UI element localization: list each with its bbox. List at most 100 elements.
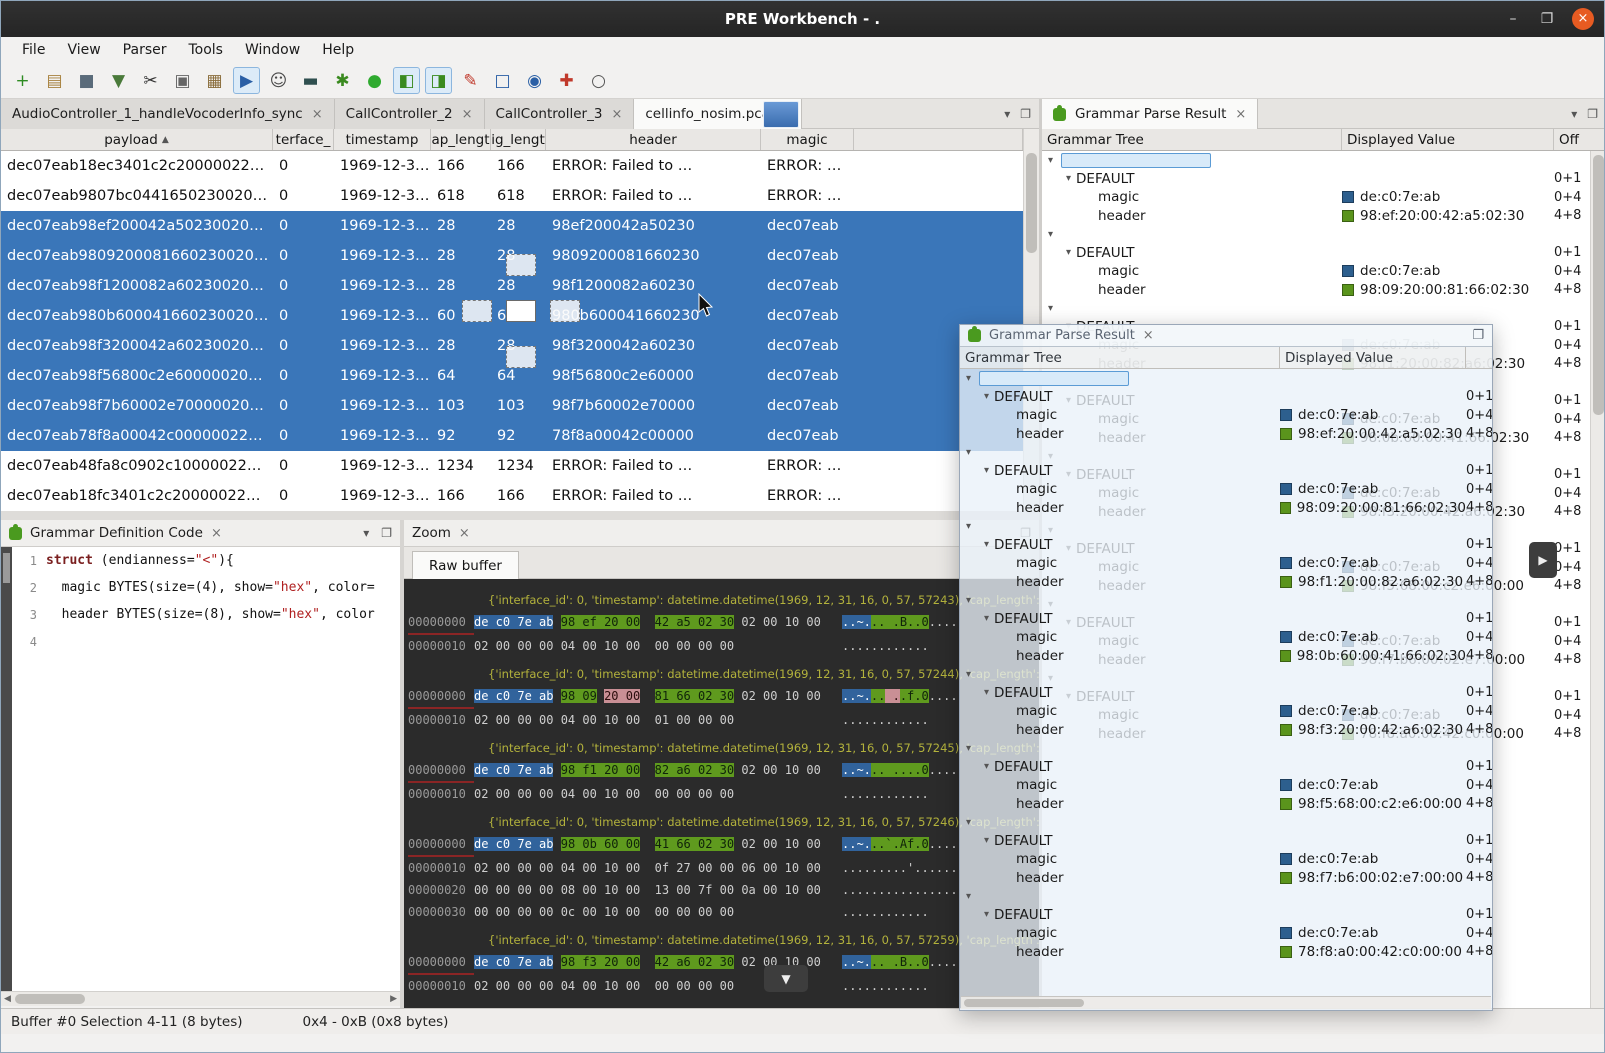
menu-item-help[interactable]: Help: [311, 37, 365, 63]
table-row[interactable]: dec07eab48fa8c0902c10000022…01969-12-3…1…: [1, 451, 1023, 481]
table-row[interactable]: dec07eab18ec3401c2c20000022…01969-12-3…1…: [1, 151, 1023, 181]
parse-run-icon[interactable]: ▶: [233, 67, 260, 94]
tree-packet-row[interactable]: ▾: [960, 887, 1492, 906]
menu-item-view[interactable]: View: [56, 37, 111, 63]
tab-grammar-parse-result[interactable]: Grammar Parse Result ×: [1042, 99, 1258, 129]
tree-node-row[interactable]: ▾DEFAULT0+1: [960, 684, 1492, 703]
hex-row[interactable]: 0000001002 00 00 00 04 00 10 00 00 00 00…: [408, 975, 1039, 997]
pen-icon[interactable]: ✎: [457, 67, 484, 94]
pin-icon[interactable]: ✚: [553, 67, 580, 94]
expand-caret-icon[interactable]: ▾: [1048, 303, 1053, 314]
menu-item-file[interactable]: File: [11, 37, 56, 63]
tree-leaf-row[interactable]: magicde:c0:7e:ab0+4: [960, 628, 1492, 647]
code-panel-close-icon[interactable]: ×: [211, 526, 222, 541]
column-grammar-tree[interactable]: Grammar Tree: [1042, 129, 1342, 150]
expand-caret-icon[interactable]: ▾: [984, 613, 989, 624]
tree-leaf-row[interactable]: magicde:c0:7e:ab0+4: [960, 702, 1492, 721]
import-icon[interactable]: ▼: [105, 67, 132, 94]
tree-leaf-row[interactable]: header98:f3:20:00:42:a6:02:304+8: [960, 721, 1492, 740]
inspect-icon[interactable]: ◉: [521, 67, 548, 94]
selected-node-box[interactable]: [979, 371, 1129, 386]
column-header-terface_[interactable]: terface_: [273, 129, 334, 150]
tree-leaf-row[interactable]: header78:f8:a0:00:42:c0:00:004+8: [960, 943, 1492, 962]
tab-raw-buffer[interactable]: Raw buffer: [412, 551, 519, 579]
expand-caret-icon[interactable]: ▾: [984, 391, 989, 402]
floating-window-close-icon[interactable]: ×: [1143, 328, 1154, 343]
tree-leaf-row[interactable]: header98:f7:b6:00:02:e7:00:004+8: [960, 869, 1492, 888]
table-row[interactable]: dec07eab98ef200042a50230020…01969-12-3…2…: [1, 211, 1023, 241]
frame-icon[interactable]: □: [489, 67, 516, 94]
save-icon[interactable]: ■: [73, 67, 100, 94]
tree-leaf-row[interactable]: magicde:c0:7e:ab0+4: [960, 924, 1492, 943]
hex-row[interactable]: 00000000de c0 7e ab 98 f1 20 00 82 a6 02…: [408, 759, 1039, 783]
floating-scrollbar-thumb[interactable]: [964, 999, 1084, 1007]
column-header-ap_lengt[interactable]: ap_lengt: [431, 129, 491, 150]
floating-parse-result-window[interactable]: Grammar Parse Result × ❐ Grammar Tree Di…: [959, 324, 1493, 1011]
expand-caret-icon[interactable]: ▾: [1066, 173, 1071, 184]
column-header-timestamp[interactable]: timestamp: [334, 129, 431, 150]
puzzle-right-icon[interactable]: ◨: [425, 67, 452, 94]
run-dot-icon[interactable]: ●: [361, 67, 388, 94]
new-file-icon[interactable]: +: [9, 67, 36, 94]
tree-node-row[interactable]: ▾DEFAULT0+1: [960, 758, 1492, 777]
column-header-header[interactable]: header: [546, 129, 761, 150]
hex-scroll-down-button[interactable]: ▼: [764, 965, 808, 992]
dock-next-button[interactable]: ▶: [1529, 542, 1557, 578]
tree-leaf-row[interactable]: header98:09:20:00:81:66:02:304+8: [1042, 281, 1605, 300]
tree-packet-row[interactable]: ▾: [1042, 225, 1605, 244]
code-panel-float-icon[interactable]: ❐: [381, 526, 392, 540]
dock-overflow-icon[interactable]: ▾: [1571, 107, 1577, 121]
tree-packet-row[interactable]: ▾: [960, 369, 1492, 388]
hex-row[interactable]: 00000000de c0 7e ab 98 f3 20 00 42 a6 02…: [408, 951, 1039, 975]
hex-view[interactable]: {'interface_id': 0, 'timestamp': datetim…: [404, 579, 1039, 1008]
horizontal-splitter[interactable]: [1, 511, 1039, 520]
tree-node-row[interactable]: ▾DEFAULT0+1: [1042, 244, 1605, 263]
minimize-button[interactable]: –: [1504, 11, 1522, 27]
copy-icon[interactable]: ▣: [169, 67, 196, 94]
tree-leaf-row[interactable]: header98:f1:20:00:82:a6:02:304+8: [960, 573, 1492, 592]
expand-caret-icon[interactable]: ▾: [1066, 247, 1071, 258]
code-line[interactable]: 1struct (endianness="<"){: [12, 547, 400, 574]
tree-leaf-row[interactable]: header98:ef:20:00:42:a5:02:304+8: [1042, 207, 1605, 226]
expand-caret-icon[interactable]: ▾: [966, 743, 971, 754]
expand-caret-icon[interactable]: ▾: [984, 909, 989, 920]
tree-packet-row[interactable]: ▾: [1042, 151, 1605, 170]
table-row[interactable]: dec07eab98f7b60002e70000020…01969-12-3…1…: [1, 391, 1023, 421]
tab-close-icon[interactable]: ×: [462, 107, 473, 122]
column-displayed-value[interactable]: Displayed Value: [1280, 347, 1466, 368]
tree-leaf-row[interactable]: magicde:c0:7e:ab0+4: [1042, 262, 1605, 281]
tree-leaf-row[interactable]: header98:f5:68:00:c2:e6:00:004+8: [960, 795, 1492, 814]
code-scrollbar-thumb[interactable]: [15, 994, 85, 1004]
column-displayed-value[interactable]: Displayed Value: [1342, 129, 1554, 150]
cut-icon[interactable]: ✂: [137, 67, 164, 94]
tree-scrollbar-thumb[interactable]: [1593, 155, 1604, 415]
tab-float-icon[interactable]: ❐: [1020, 107, 1031, 121]
selected-node-box[interactable]: [1061, 153, 1211, 168]
scroll-right-icon[interactable]: ▶: [390, 994, 397, 1004]
expand-caret-icon[interactable]: ▾: [984, 761, 989, 772]
hex-row[interactable]: 0000001002 00 00 00 04 00 10 00 01 00 00…: [408, 709, 1039, 731]
tree-packet-row[interactable]: ▾: [960, 739, 1492, 758]
scroll-left-icon[interactable]: ◀: [4, 994, 11, 1004]
tree-node-row[interactable]: ▾DEFAULT0+1: [960, 832, 1492, 851]
expand-caret-icon[interactable]: ▾: [1048, 155, 1053, 166]
zoom-panel-close-icon[interactable]: ×: [459, 526, 470, 541]
expand-caret-icon[interactable]: ▾: [984, 539, 989, 550]
screen-icon[interactable]: ▬: [297, 67, 324, 94]
tab-overflow-icon[interactable]: ▾: [1004, 107, 1010, 121]
expand-caret-icon[interactable]: ▾: [966, 373, 971, 384]
code-panel-menu-icon[interactable]: ▾: [363, 526, 369, 540]
tab-close-icon[interactable]: ×: [312, 107, 323, 122]
hex-row[interactable]: 00000000de c0 7e ab 98 ef 20 00 42 a5 02…: [408, 611, 1039, 635]
maximize-button[interactable]: ❐: [1538, 11, 1556, 27]
code-line[interactable]: 2 magic BYTES(size=(4), show="hex", colo…: [12, 574, 400, 601]
puzzle-left-icon[interactable]: ◧: [393, 67, 420, 94]
tree-leaf-row[interactable]: magicde:c0:7e:ab0+4: [960, 406, 1492, 425]
dock-tab-close-icon[interactable]: ×: [1235, 107, 1246, 122]
tree-leaf-row[interactable]: header98:0b:60:00:41:66:02:304+8: [960, 647, 1492, 666]
expand-caret-icon[interactable]: ▾: [966, 595, 971, 606]
tree-packet-row[interactable]: ▾: [960, 665, 1492, 684]
column-header-payload[interactable]: payload▲: [1, 129, 273, 150]
hex-row[interactable]: 0000001002 00 00 00 04 00 10 00 00 00 00…: [408, 635, 1039, 657]
tree-packet-row[interactable]: ▾: [960, 591, 1492, 610]
